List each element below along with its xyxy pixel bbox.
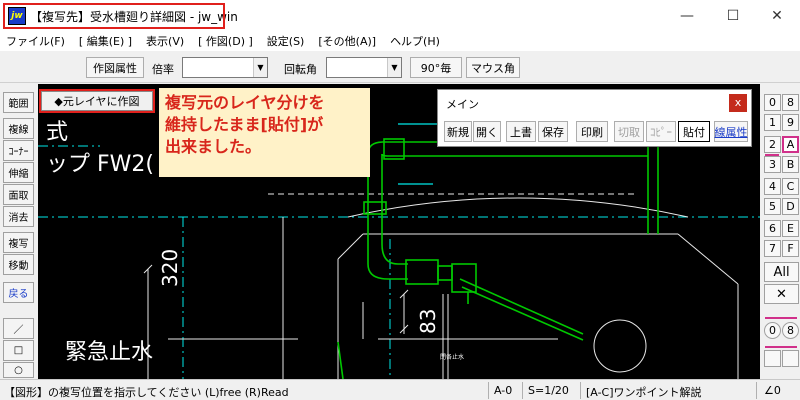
status-divider [756,382,757,399]
layer-button-1[interactable]: 1 [764,114,781,131]
title-bar: jw 【複写先】受水槽廻り詳細図 - jw_win — ☐ ✕ [0,0,800,31]
scale-label: 倍率 [152,63,174,76]
scale-combo[interactable]: ▼ [182,57,268,78]
layer-cross-button[interactable]: ✕ [764,284,799,304]
layer-button-4[interactable]: 4 [764,178,781,195]
tool-undo[interactable]: 戻る [3,282,34,303]
layer-button-a-selected[interactable]: A [782,136,799,153]
status-message: 【図形】の複写位置を指示してください (L)free (R)Read [4,386,289,399]
rotate-90-button[interactable]: 90°毎 [410,57,462,78]
layer-button-b[interactable]: B [782,156,799,173]
drawing-text-shiki: 式 [46,120,69,145]
dimension-83: 83 [416,308,440,334]
layer-button-e[interactable]: E [782,220,799,237]
main-palette: メイン x 新規 開く 上書 保存 印刷 切取 ｺﾋﾟｰ 貼付 線属性 [437,89,752,147]
palette-line-attr-button[interactable]: 線属性 [714,121,748,142]
layer-button-3[interactable]: 3 [764,156,781,173]
maximize-button[interactable]: ☐ [710,0,756,31]
tool-rectangle[interactable]: □ [3,340,34,361]
layer-group-button-8[interactable]: 8 [782,322,799,339]
palette-save-button[interactable]: 保存 [538,121,568,142]
menu-bar: ファイル(F) [ 編集(E) ] 表示(V) [ 作図(D) ] 設定(S) … [0,31,800,51]
layer-button-0[interactable]: 0 [764,94,781,111]
menu-file[interactable]: ファイル(F) [6,33,65,49]
tool-range[interactable]: 範囲 [3,92,34,113]
left-tool-panel: 範囲 複線 ｺｰﾅｰ 伸縮 面取 消去 複写 移動 戻る ／ □ ○ [0,84,37,378]
layer-button-6[interactable]: 6 [764,220,781,237]
tool-line[interactable]: ／ [3,318,34,339]
status-bar: 【図形】の複写位置を指示してください (L)free (R)Read A-0 S… [0,379,800,400]
layer-button-5[interactable]: 5 [764,198,781,215]
menu-draw[interactable]: [ 作図(D) ] [198,33,253,49]
palette-open-button[interactable]: 開く [473,121,501,142]
status-angle: ∠0 [764,384,781,397]
drawing-small-label: 閉各止水 [440,354,465,361]
mouse-angle-button[interactable]: マウス角 [466,57,520,78]
dimension-320: 320 [158,248,182,287]
palette-overwrite-button[interactable]: 上書 [506,121,536,142]
tool-stretch[interactable]: 伸縮 [3,162,34,183]
status-layer[interactable]: A-0 [494,384,512,397]
layer-button-f[interactable]: F [782,240,799,257]
layer-all-button[interactable]: All [764,262,799,282]
menu-edit[interactable]: [ 編集(E) ] [79,33,132,49]
layer-button-2[interactable]: 2 [764,136,781,153]
tool-move[interactable]: 移動 [3,254,34,275]
annotation-note: 複写元のレイヤ分けを 維持したまま[貼付]が 出来ました。 [159,88,370,177]
draw-attribute-button[interactable]: 作図属性 [86,57,144,78]
layer-group-button-0[interactable]: 0 [764,322,781,339]
close-button[interactable]: ✕ [754,0,800,31]
layer-button-highlight [39,89,155,113]
note-line-1: 複写元のレイヤ分けを [165,93,325,112]
layer-group-marker [765,317,797,319]
layer-group-marker [765,346,797,348]
tool-copy[interactable]: 複写 [3,232,34,253]
palette-copy-button[interactable]: ｺﾋﾟｰ [646,121,676,142]
layer-button-7[interactable]: 7 [764,240,781,257]
note-line-3: 出来ました。 [165,137,262,156]
layer-button-c[interactable]: C [782,178,799,195]
status-help[interactable]: [A-C]ワンポイント解説 [586,384,702,400]
menu-help[interactable]: ヘルプ(H) [390,33,440,49]
tool-circle[interactable]: ○ [3,362,34,378]
chevron-down-icon: ▼ [253,58,267,77]
menu-settings[interactable]: 設定(S) [267,33,305,49]
tool-erase[interactable]: 消去 [3,206,34,227]
title-highlight-box [3,3,225,29]
layer-group-slot[interactable] [782,350,799,367]
palette-new-button[interactable]: 新規 [444,121,472,142]
status-divider [580,382,581,399]
layer-panel: 0 8 1 9 2 A 3 B 4 C 5 D 6 E 7 F All ✕ 0 … [761,84,800,378]
palette-paste-button[interactable]: 貼付 [678,121,710,142]
status-divider [522,382,523,399]
chevron-down-icon: ▼ [387,58,401,77]
layer-button-8[interactable]: 8 [782,94,799,111]
tool-offset-line[interactable]: 複線 [3,118,34,139]
palette-title: メイン [446,98,479,111]
tool-chamfer[interactable]: 面取 [3,184,34,205]
status-divider [488,382,489,399]
layer-group-slot[interactable] [764,350,781,367]
rotation-label: 回転角 [284,63,317,76]
palette-cut-button[interactable]: 切取 [614,121,644,142]
note-line-2: 維持したまま[貼付]が [165,115,324,134]
drawing-text-emergency: 緊急止水 [65,340,154,365]
palette-print-button[interactable]: 印刷 [576,121,608,142]
menu-view[interactable]: 表示(V) [146,33,184,49]
toolbar: 作図属性 倍率 ▼ 回転角 ▼ 90°毎 マウス角 [0,51,800,83]
minimize-button[interactable]: — [664,0,710,31]
layer-button-9[interactable]: 9 [782,114,799,131]
rotation-combo[interactable]: ▼ [326,57,402,78]
drawing-text-pump: ップ FW2( [46,152,154,177]
tool-corner[interactable]: ｺｰﾅｰ [3,140,34,161]
status-scale[interactable]: S=1/20 [528,384,569,397]
layer-button-d[interactable]: D [782,198,799,215]
menu-other[interactable]: [その他(A)] [318,33,376,49]
close-icon[interactable]: x [729,94,747,112]
